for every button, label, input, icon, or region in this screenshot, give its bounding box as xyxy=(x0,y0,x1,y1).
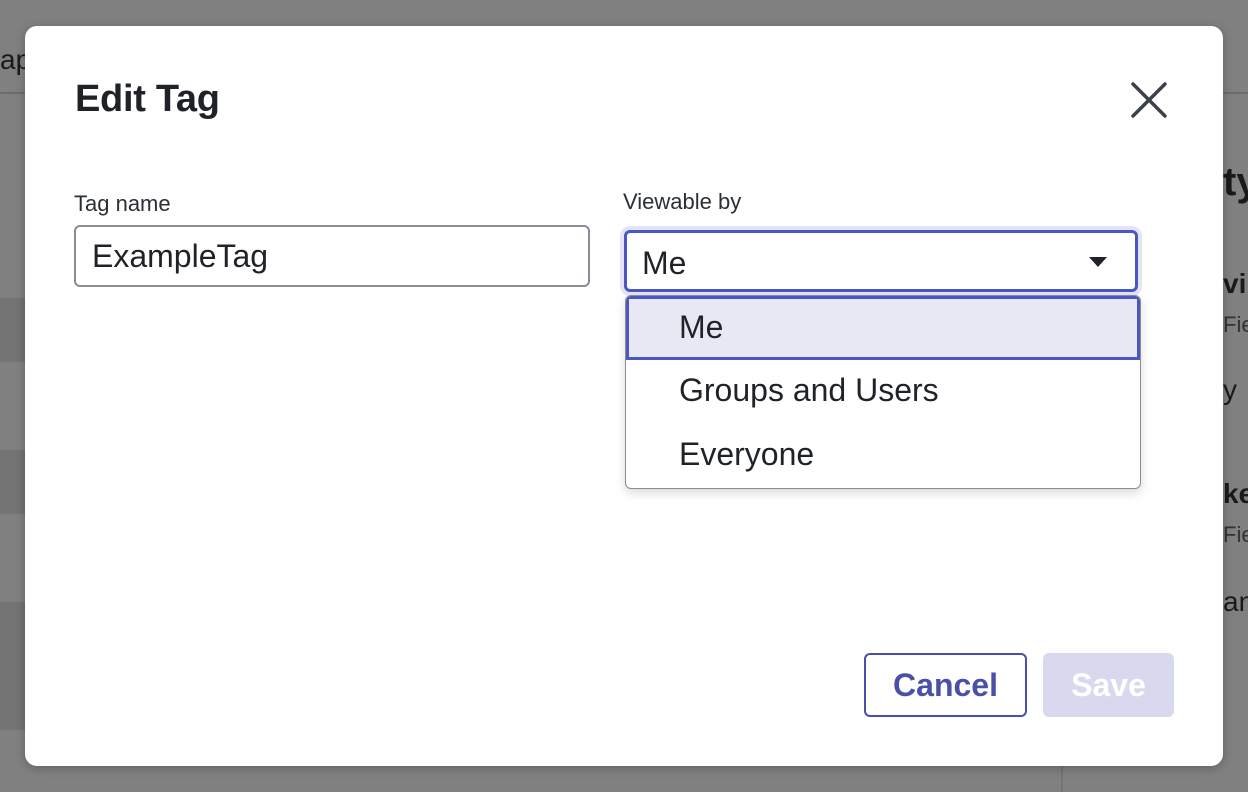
viewable-by-dropdown: Me Groups and Users Everyone xyxy=(625,295,1141,489)
close-button[interactable] xyxy=(1125,76,1173,124)
viewable-by-select[interactable]: Me xyxy=(624,230,1138,292)
option-everyone[interactable]: Everyone xyxy=(626,424,1140,488)
background-text: vi xyxy=(1223,268,1247,299)
save-button[interactable]: Save xyxy=(1043,653,1174,717)
option-me[interactable]: Me xyxy=(626,296,1140,360)
background-text: y xyxy=(1223,374,1237,405)
caret-down-icon xyxy=(1089,257,1107,267)
edit-tag-dialog: Edit Tag Tag name Viewable by Me Me Grou… xyxy=(25,26,1223,766)
background-text: ty xyxy=(1223,160,1248,204)
background-text: ap xyxy=(0,44,25,75)
background-text: an xyxy=(1223,586,1248,617)
viewable-by-label: Viewable by xyxy=(623,189,742,214)
tag-name-input[interactable] xyxy=(74,225,590,287)
tag-name-label: Tag name xyxy=(74,191,171,216)
option-groups-and-users[interactable]: Groups and Users xyxy=(626,360,1140,424)
background-text: Fie xyxy=(1223,522,1248,547)
background-row xyxy=(0,602,26,730)
background-row xyxy=(0,450,26,514)
background-text: ke xyxy=(1223,478,1248,509)
dialog-title: Edit Tag xyxy=(75,78,220,120)
background-row xyxy=(0,298,26,362)
background-text: Fie xyxy=(1223,312,1248,337)
close-icon xyxy=(1131,82,1167,118)
viewable-by-selected-value: Me xyxy=(642,245,687,281)
cancel-button[interactable]: Cancel xyxy=(864,653,1027,717)
